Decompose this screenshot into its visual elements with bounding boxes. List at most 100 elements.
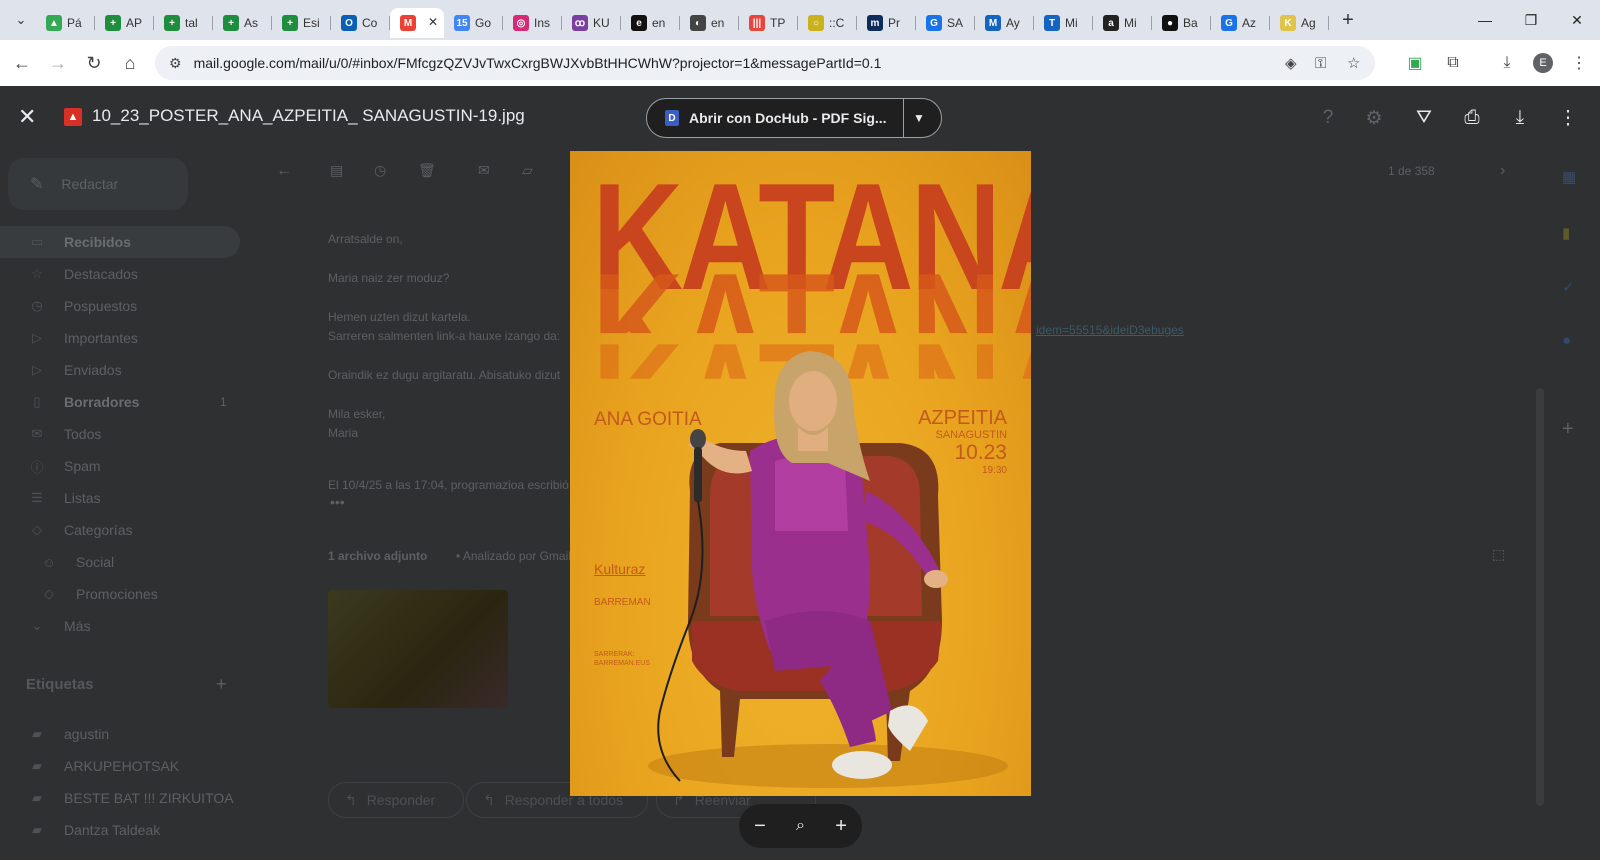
sidebar-item[interactable]: ✉ Todos [0,418,240,450]
key-icon[interactable]: ⚿ [1315,46,1326,80]
browser-tab[interactable]: ||| TP [739,8,798,38]
mark-unread-icon[interactable]: ✉ [478,162,490,179]
url-text[interactable]: mail.google.com/mail/u/0/#inbox/FMfcgzQZ… [194,55,882,71]
browser-tab[interactable]: a Mi [1093,8,1152,38]
compose-button[interactable]: ✎ Redactar [8,158,188,210]
snooze-icon[interactable]: ◷ [374,162,386,179]
more-options-icon[interactable]: ⋮ [1556,106,1580,130]
tab-label: Ins [534,16,551,30]
move-icon[interactable]: ▱ [522,162,533,179]
expand-dots-icon[interactable]: ••• [330,494,345,510]
sidebar-item-label: Importantes [64,330,138,346]
browser-tab[interactable]: M ✕ [390,8,444,38]
browser-tab[interactable]: + tal [154,8,213,38]
page-count: 1 de 358 [1388,164,1435,178]
tasks-icon[interactable]: ✓ [1562,278,1575,296]
poster-image[interactable]: KATANA KATANA KATANA ANA GOITIA AZPEITIA… [570,151,1031,796]
sidebar-item[interactable]: ⓘ Spam [0,450,240,482]
tab-label: Ay [1006,16,1020,30]
sidebar-item[interactable]: ☺ Social [0,546,240,578]
sidebar-item[interactable]: ▭ Recibidos [0,226,240,258]
print-icon[interactable]: ⎙ [1460,106,1484,130]
forward-icon[interactable]: → [40,45,76,81]
sidebar-item[interactable]: ▷ Importantes [0,322,240,354]
sidebar-item[interactable]: ▷ Enviados [0,354,240,386]
mail-back-icon[interactable]: ← [276,162,292,180]
browser-tab[interactable]: e en [621,8,680,38]
close-window-icon[interactable]: ✕ [1554,0,1600,40]
reply-button[interactable]: ↰ Responder [328,782,464,818]
browser-tab[interactable]: + As [213,8,272,38]
zoom-out-icon[interactable]: − [754,815,766,838]
tab-favicon-icon: ꝏ [572,15,588,31]
browser-tab[interactable]: M Ay [975,8,1034,38]
attachment-thumbnail[interactable] [328,590,508,708]
sidebar-item[interactable]: ☰ Listas [0,482,240,514]
label-item[interactable]: ▰ ARKUPEHOTSAK [0,750,240,782]
browser-tab[interactable]: ◎ Ins [503,8,562,38]
browser-tab[interactable]: ◐ en [680,8,739,38]
browser-tab[interactable]: + AP [95,8,154,38]
browser-tab[interactable]: + Esi [272,8,331,38]
new-tab-button[interactable]: + [1333,9,1363,32]
browser-tab[interactable]: G Az [1211,8,1270,38]
sidebar-item[interactable]: ▯ Borradores 1 [0,386,240,418]
browser-tab[interactable]: O Co [331,8,390,38]
add-label-icon[interactable]: + [216,674,227,695]
zoom-in-icon[interactable]: + [835,815,847,838]
add-to-drive-icon[interactable]: ⬚ [1492,546,1505,563]
star-icon[interactable]: ☆ [1347,46,1360,80]
sidebar-item[interactable]: ☆ Destacados [0,258,240,290]
open-with-dropdown-icon[interactable]: ▼ [913,111,925,125]
minimize-icon[interactable]: — [1462,0,1508,40]
extension-drive-icon[interactable]: ▣ [1398,46,1432,80]
label-item[interactable]: ▰ BESTE BAT !!! ZIRKUITOA [0,782,240,814]
tab-close-icon[interactable]: ✕ [428,15,438,29]
back-icon[interactable]: ← [4,45,40,81]
keep-icon[interactable]: ▮ [1562,224,1570,242]
archive-icon[interactable]: ▤ [330,162,343,179]
restore-icon[interactable]: ❐ [1508,0,1554,40]
sidebar-item[interactable]: ◇ Promociones [0,578,240,610]
mail-text-line: Sarreren salmenten link-a hauxe izango d… [328,329,561,343]
sidebar-item[interactable]: ◷ Pospuestos [0,290,240,322]
download-icon[interactable]: ⤓ [1508,106,1532,130]
home-icon[interactable]: ⌂ [112,45,148,81]
extensions-puzzle-icon[interactable]: ⧉ [1436,46,1470,80]
add-to-drive-icon[interactable]: ⛛ [1412,106,1436,130]
address-bar[interactable]: ⚙ mail.google.com/mail/u/0/#inbox/FMfcgz… [155,46,1375,80]
browser-tab[interactable]: K Ag [1270,8,1329,38]
ticket-link[interactable]: idem=55515&ideiD3ebuges [1036,323,1184,337]
zoom-magnifier-icon[interactable]: ⌕ [796,817,805,835]
calendar-icon[interactable]: ▦ [1562,168,1576,186]
site-info-icon[interactable]: ⚙ [169,55,182,72]
mail-text-line: Hemen uzten dizut kartela. [328,310,471,324]
label-item[interactable]: ▰ Dantza Taldeak [0,814,240,846]
tab-label: TP [770,16,786,30]
browser-tab[interactable]: 15 Go [444,8,503,38]
sidebar-item[interactable]: ◇ Categorías [0,514,240,546]
tab-label: SA [947,16,964,30]
next-mail-icon[interactable]: › [1500,162,1505,180]
browser-tab[interactable]: ꝏ KU [562,8,621,38]
browser-tab[interactable]: m Pr [857,8,916,38]
reload-icon[interactable]: ↻ [76,45,112,81]
label-item[interactable]: ▰ agustin [0,718,240,750]
tab-search-chevron-icon[interactable]: ⌄ [6,7,36,33]
mail-scrollbar[interactable] [1536,388,1544,806]
browser-tab[interactable]: ● Ba [1152,8,1211,38]
open-with-button[interactable]: D Abrir con DocHub - PDF Sig... ▼ [646,98,942,138]
lens-icon[interactable]: ◈ [1285,46,1297,80]
downloads-icon[interactable]: ⤓ [1490,46,1524,80]
close-viewer-icon[interactable]: ✕ [18,104,36,130]
profile-avatar[interactable]: E [1526,46,1560,80]
browser-tab[interactable]: ▲ Pá [36,8,95,38]
browser-tab[interactable]: T Mi [1034,8,1093,38]
contacts-icon[interactable]: ● [1562,332,1571,349]
delete-icon[interactable]: 🗑 [418,162,436,179]
sidebar-item[interactable]: ⌄ Más [0,610,240,642]
browser-tab[interactable]: G SA [916,8,975,38]
add-addon-icon[interactable]: + [1562,418,1574,441]
browser-tab[interactable]: ○::C [798,8,857,38]
browser-menu-icon[interactable]: ⋮ [1562,46,1596,80]
